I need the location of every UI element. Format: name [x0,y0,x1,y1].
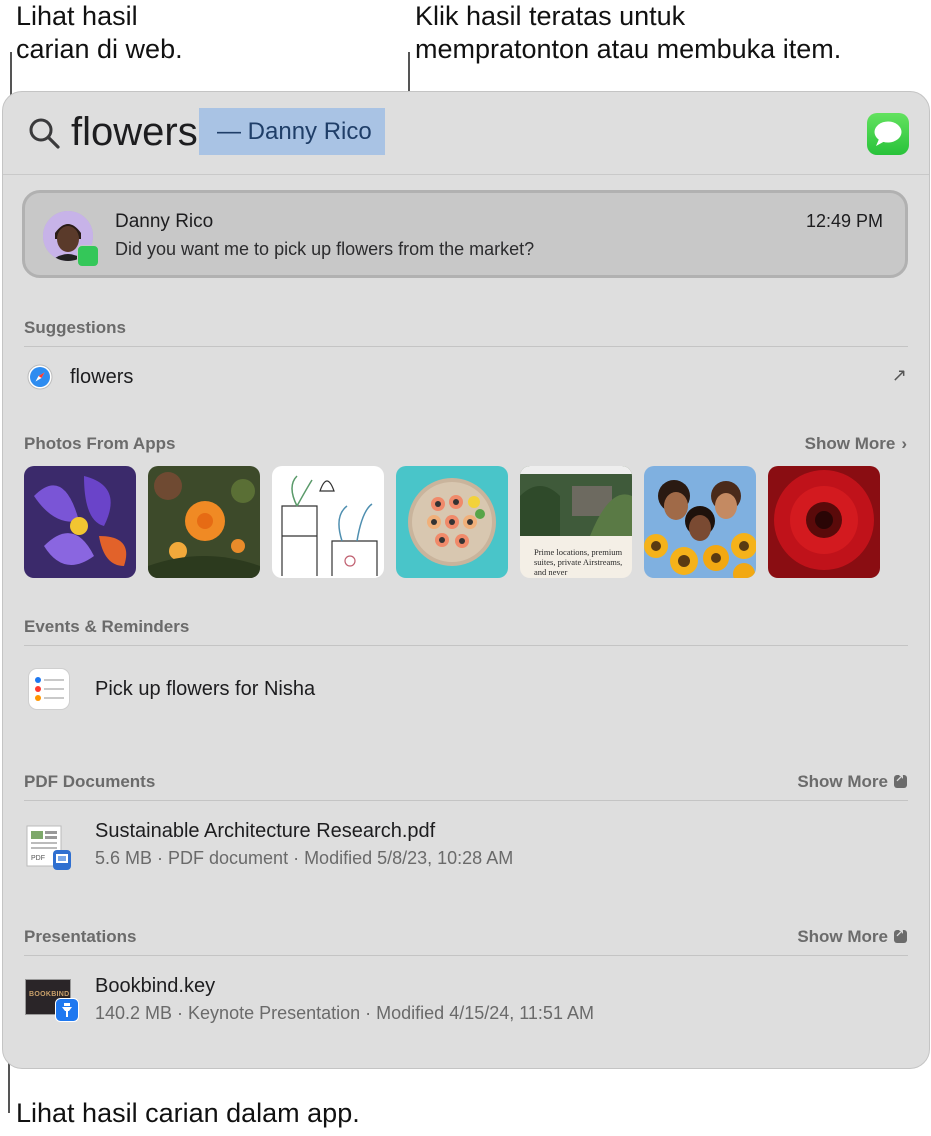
pdf-show-more-button[interactable]: Show More [797,772,907,792]
photos-title: Photos From Apps [24,434,176,453]
red-gerbera-photo [768,466,880,578]
safari-icon [27,364,53,390]
keynote-file-meta: 140.2 MB · Keynote Presentation · Modifi… [95,1003,594,1023]
spotlight-panel: flowers — Danny Rico Danny Rico 12:49 PM… [2,91,930,1069]
top-hit-name: Danny Rico [115,211,214,232]
callout-web-results: Lihat hasil carian di web. [16,1,183,64]
presentations-title: Presentations [24,927,137,946]
suggestion-label: flowers [70,366,134,388]
article-caption: Prime locations, premium suites, private… [534,547,623,577]
plant-sketch-photo [272,466,384,578]
pdf-file-item[interactable]: PDF Sustainable Architecture Research.pd… [3,810,929,880]
pdf-title: PDF Documents [24,772,156,791]
marigold-photo [148,466,260,578]
open-external-icon [894,927,907,943]
photo-thumb-article[interactable]: Prime locations, premium suites, private… [520,466,632,578]
top-hit-time: 12:49 PM [805,211,883,231]
divider [24,955,908,956]
suggestions-title: Suggestions [24,318,127,337]
divider [24,645,908,646]
show-more-label: Show More [797,927,888,946]
divider [24,346,908,347]
reminder-item[interactable]: Pick up flowers for Nisha [3,658,929,720]
search-bar[interactable]: flowers — Danny Rico [3,92,929,175]
keynote-file-name: Bookbind.key [95,975,216,997]
keynote-file-item[interactable]: BOOKBIND Bookbind.key 140.2 MB · Keynote… [3,965,929,1035]
top-hit-snippet: Did you want me to pick up flowers from … [115,239,535,259]
reminders-app-icon [28,668,70,710]
presentations-show-more-button[interactable]: Show More [797,927,907,947]
open-external-icon [894,772,907,788]
photo-thumb-sketch[interactable] [272,466,384,578]
photos-show-more-button[interactable]: Show More › [805,434,907,454]
friends-sunflowers-photo [644,466,756,578]
open-in-browser-icon: ↗ [891,365,907,385]
keynote-app-icon [55,998,79,1022]
reminder-title: Pick up flowers for Nisha [95,678,316,700]
search-query[interactable]: flowers [71,108,198,156]
pdf-file-meta: 5.6 MB · PDF document · Modified 5/8/23,… [95,848,514,868]
pdf-file-name: Sustainable Architecture Research.pdf [95,820,436,842]
photo-thumb-gerbera[interactable] [768,466,880,578]
show-more-label: Show More [797,772,888,791]
pdf-document-icon: PDF [26,825,71,870]
messages-app-icon [867,113,909,155]
show-more-label: Show More [804,434,896,453]
photo-thumb-sushi[interactable] [396,466,508,578]
divider [24,800,908,801]
suggestion-web-search[interactable]: flowers ↗ [3,357,929,397]
photo-thumb-friends[interactable] [644,466,756,578]
keynote-thumbnail-text: BOOKBIND [29,991,70,998]
callout-in-app: Lihat hasil carian dalam app. [16,1098,360,1128]
speech-bubble-icon [874,121,902,146]
messages-badge-icon [77,245,99,267]
iris-flower-photo [24,466,136,578]
top-hit-message[interactable]: Danny Rico 12:49 PM Did you want me to p… [22,190,908,278]
chevron-right-icon: › [901,434,907,453]
sushi-plate-photo [396,466,508,578]
photo-thumb-marigold[interactable] [148,466,260,578]
events-title: Events & Reminders [24,617,190,636]
search-icon [29,118,60,149]
photo-thumb-iris[interactable] [24,466,136,578]
svg-text:PDF: PDF [31,855,45,862]
callout-top-hit: Klik hasil teratas untuk mempratonton at… [415,1,842,64]
search-completion: — Danny Rico [199,108,385,155]
